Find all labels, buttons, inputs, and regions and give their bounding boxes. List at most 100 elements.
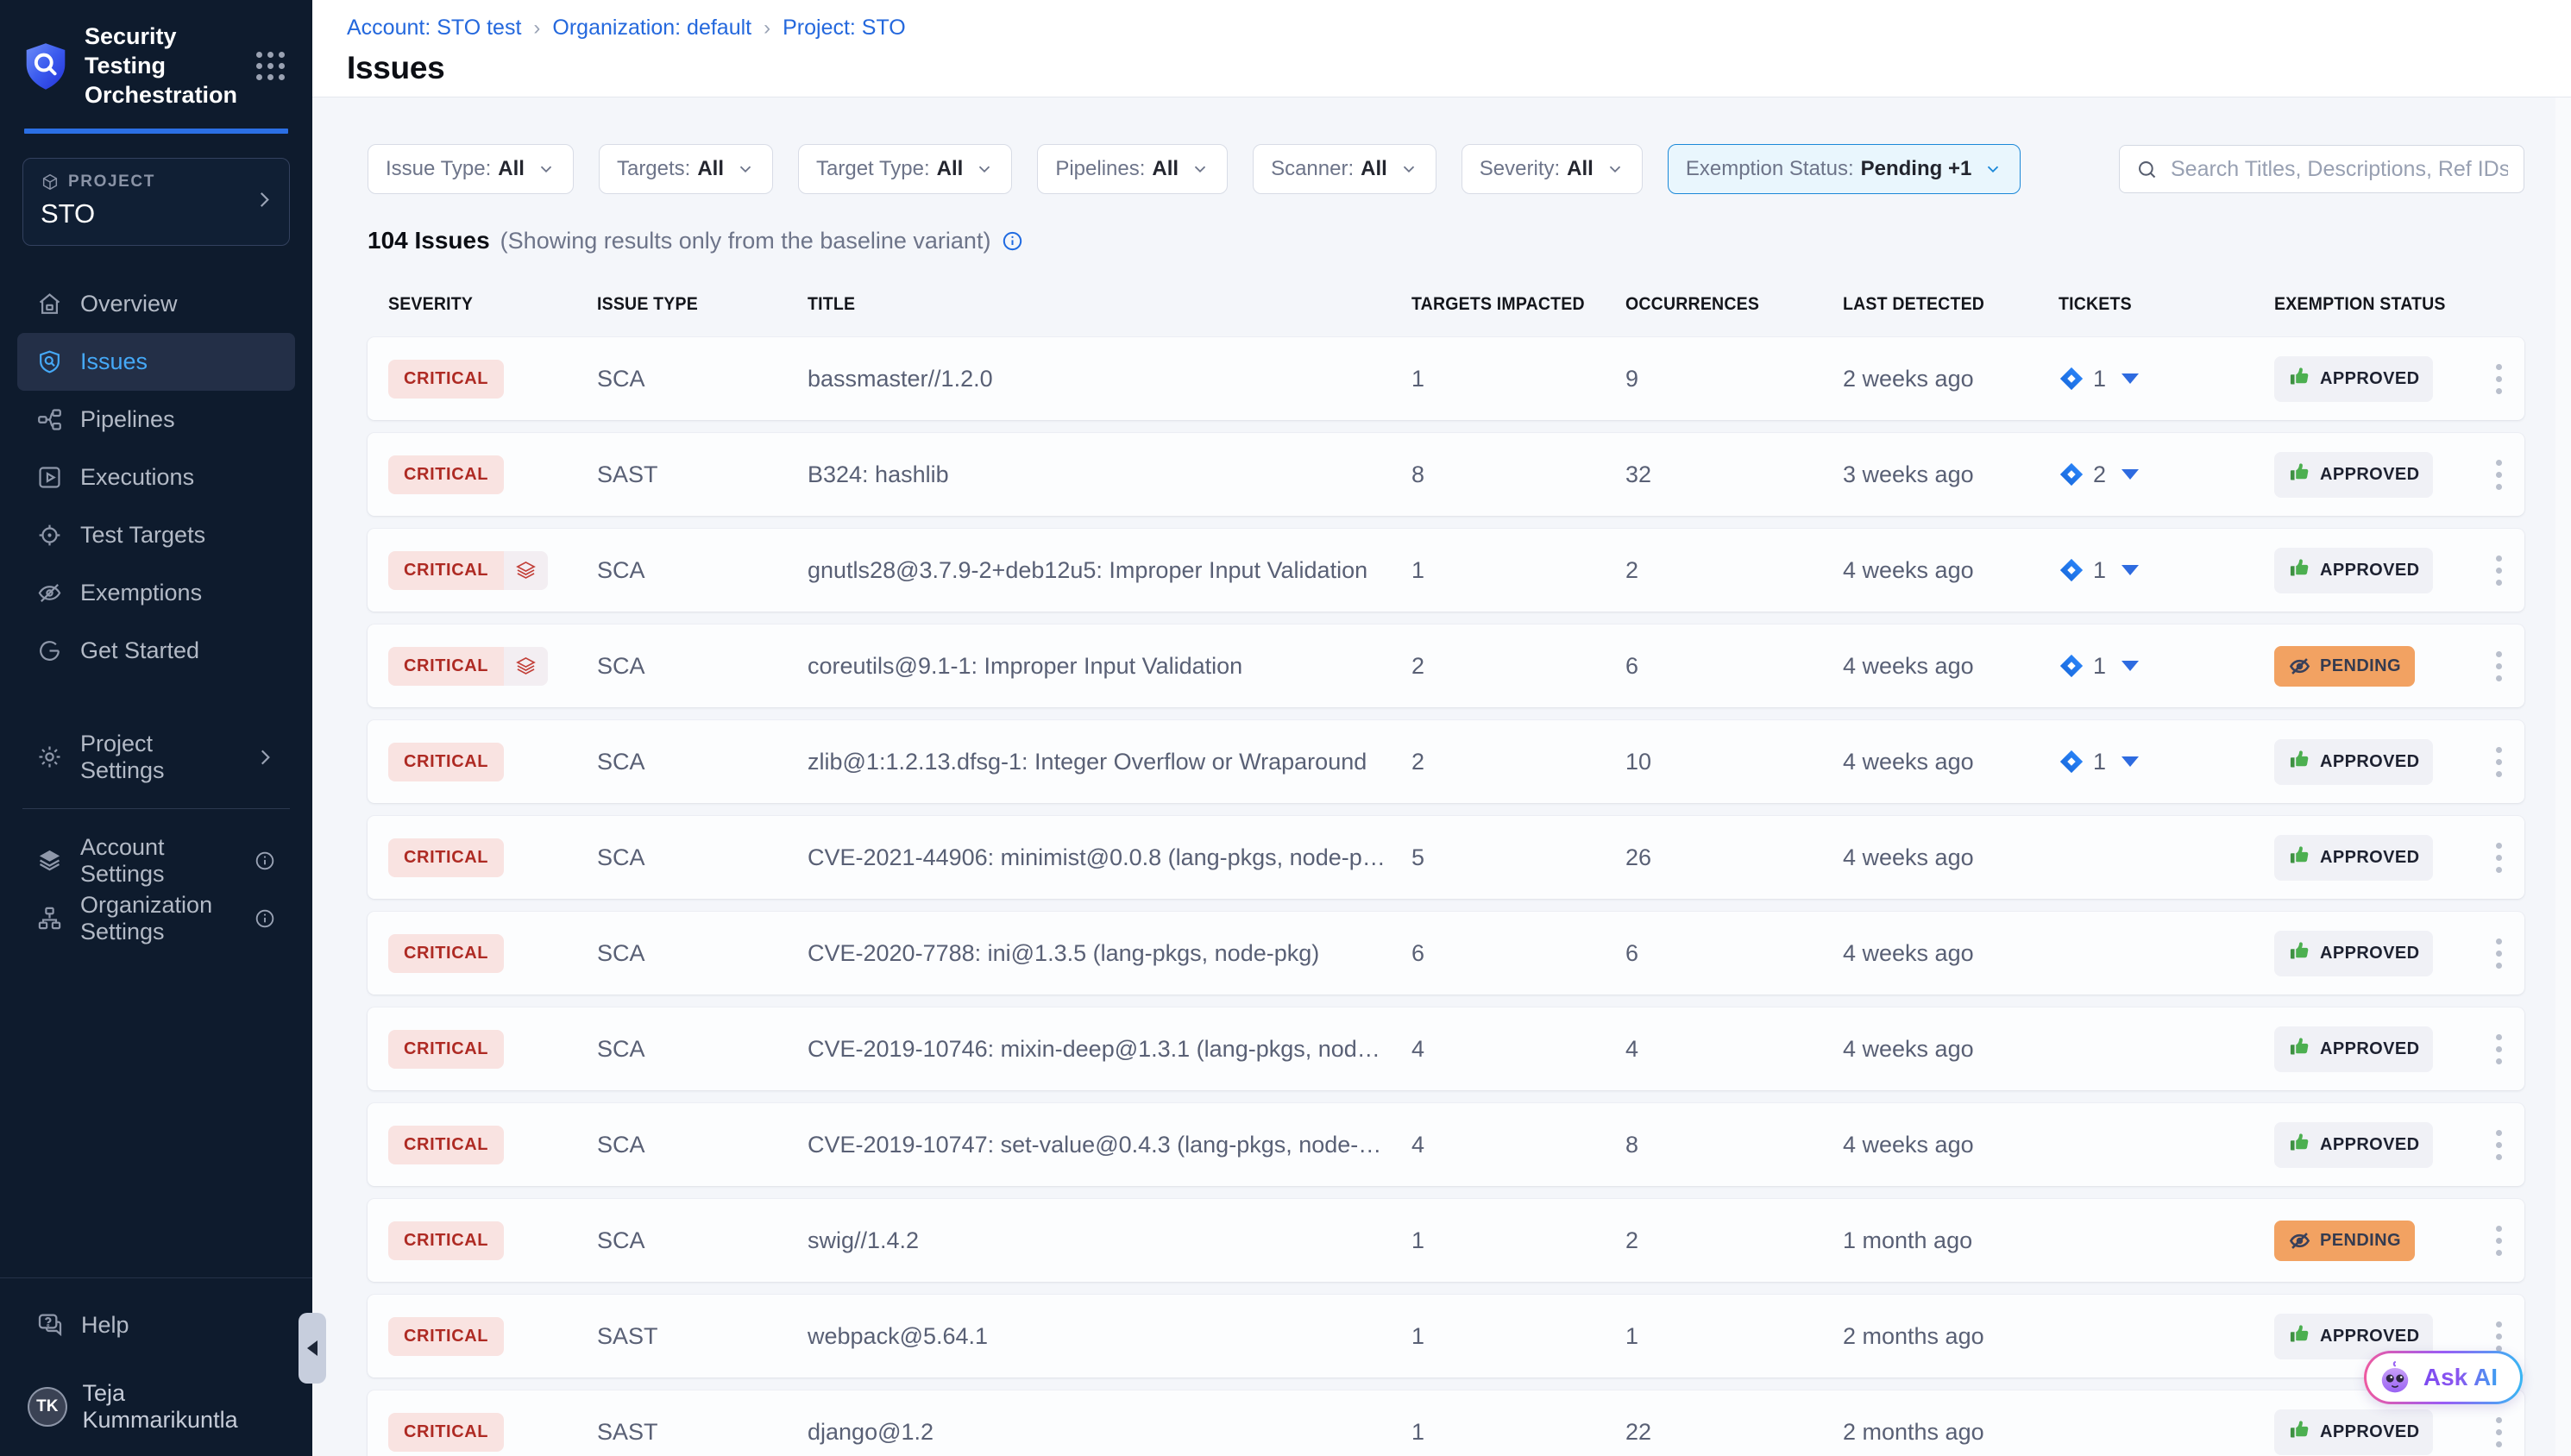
ticket-dropdown-caret[interactable]: [2122, 469, 2139, 480]
breadcrumb-link-project-sto[interactable]: Project: STO: [783, 16, 906, 41]
sidebar-item-issues[interactable]: Issues: [17, 333, 295, 391]
sidebar-item-executions[interactable]: Executions: [17, 449, 295, 506]
sidebar-collapse-handle[interactable]: [299, 1313, 326, 1384]
targets-impacted: 8: [1411, 461, 1625, 488]
chevron-down-icon: [1606, 160, 1625, 179]
page-title: Issues: [347, 50, 2571, 86]
issue-row[interactable]: CRITICALSASTdjango@1.21222 months agoAPP…: [368, 1390, 2524, 1456]
sidebar-item-project-settings[interactable]: Project Settings: [17, 728, 295, 786]
module-switcher-icon[interactable]: [253, 48, 288, 84]
filter-severity[interactable]: Severity:All: [1462, 144, 1643, 194]
sidebar: Security Testing Orchestration PROJECT S…: [0, 0, 312, 1456]
issue-row[interactable]: CRITICALSCACVE-2020-7788: ini@1.3.5 (lan…: [368, 912, 2524, 995]
row-actions-menu-icon[interactable]: [2491, 646, 2507, 687]
exemption-status-label: APPROVED: [2320, 369, 2419, 389]
filter-targets[interactable]: Targets:All: [599, 144, 773, 194]
last-detected: 2 months ago: [1843, 1419, 2059, 1446]
ticket-dropdown-caret[interactable]: [2122, 756, 2139, 767]
filter-value: All: [498, 157, 525, 181]
info-icon[interactable]: [254, 850, 276, 872]
sidebar-item-test-targets[interactable]: Test Targets: [17, 506, 295, 564]
help-button[interactable]: Help: [0, 1311, 312, 1339]
severity-badge: CRITICAL: [388, 647, 548, 686]
filter-pipelines[interactable]: Pipelines:All: [1037, 144, 1228, 194]
account-icon: [36, 847, 63, 874]
ticket-dropdown-caret[interactable]: [2122, 661, 2139, 671]
sidebar-item-overview[interactable]: Overview: [17, 275, 295, 333]
issue-row[interactable]: CRITICALSCAswig//1.4.2121 month agoPENDI…: [368, 1199, 2524, 1282]
issue-row[interactable]: CRITICALSCACVE-2019-10747: set-value@0.4…: [368, 1103, 2524, 1186]
last-detected: 4 weeks ago: [1843, 557, 2059, 584]
last-detected: 4 weeks ago: [1843, 1036, 2059, 1063]
filter-label: Targets:: [617, 157, 690, 181]
issue-type: SCA: [597, 653, 808, 680]
row-actions-menu-icon[interactable]: [2491, 1221, 2507, 1261]
exemption-status-label: PENDING: [2320, 1231, 2401, 1251]
thumbs-up-icon: [2288, 748, 2311, 776]
ticket-dropdown-caret[interactable]: [2122, 373, 2139, 384]
avatar: TK: [28, 1387, 67, 1427]
ai-mascot-icon: [2377, 1359, 2413, 1396]
last-detected: 4 weeks ago: [1843, 1132, 2059, 1158]
targets-impacted: 6: [1411, 940, 1625, 967]
issue-row[interactable]: CRITICALSCAzlib@1:1.2.13.dfsg-1: Integer…: [368, 720, 2524, 803]
sidebar-item-organization-settings[interactable]: Organization Settings: [17, 889, 295, 947]
issue-row[interactable]: CRITICALSASTwebpack@5.64.1112 months ago…: [368, 1295, 2524, 1378]
issue-type: SCA: [597, 1227, 808, 1254]
search-box[interactable]: [2119, 145, 2524, 193]
search-input[interactable]: [2171, 157, 2508, 182]
sidebar-item-get-started[interactable]: Get Started: [17, 622, 295, 680]
info-icon[interactable]: [1001, 229, 1024, 253]
severity-badge: CRITICAL: [388, 1221, 504, 1260]
filter-target-type[interactable]: Target Type:All: [798, 144, 1012, 194]
ask-ai-button[interactable]: Ask AI: [2364, 1351, 2523, 1404]
row-actions-menu-icon[interactable]: [2491, 359, 2507, 399]
ticket-dropdown-caret[interactable]: [2122, 565, 2139, 575]
info-icon[interactable]: [254, 907, 276, 930]
sidebar-item-label: Get Started: [80, 637, 199, 664]
issue-title: CVE-2019-10747: set-value@0.4.3 (lang-pk…: [808, 1132, 1411, 1158]
ticket-count: 1: [2093, 653, 2106, 680]
filter-value: All: [1567, 157, 1594, 181]
user-name: Teja Kummarikuntla: [83, 1380, 285, 1434]
row-actions-menu-icon[interactable]: [2491, 838, 2507, 878]
breadcrumb-separator: ›: [533, 16, 540, 41]
filter-exemption-status[interactable]: Exemption Status:Pending +1: [1668, 144, 2021, 194]
row-actions-menu-icon[interactable]: [2491, 455, 2507, 495]
severity-label: CRITICAL: [388, 1221, 504, 1260]
occurrences: 2: [1625, 1227, 1843, 1254]
issue-row[interactable]: CRITICALSCACVE-2021-44906: minimist@0.0.…: [368, 816, 2524, 899]
severity-label: CRITICAL: [388, 743, 504, 781]
column-header-issue-type: ISSUE TYPE: [597, 294, 698, 315]
issue-type: SCA: [597, 557, 808, 584]
sidebar-item-pipelines[interactable]: Pipelines: [17, 391, 295, 449]
targets-impacted: 4: [1411, 1132, 1625, 1158]
exemption-status-label: PENDING: [2320, 656, 2401, 676]
row-actions-menu-icon[interactable]: [2491, 1412, 2507, 1453]
issue-row[interactable]: CRITICALSCACVE-2019-10746: mixin-deep@1.…: [368, 1007, 2524, 1090]
issue-row[interactable]: CRITICALSCAbassmaster//1.2.0192 weeks ag…: [368, 337, 2524, 420]
exemption-status-badge: APPROVED: [2274, 356, 2433, 402]
issue-row[interactable]: CRITICALSCAcoreutils@9.1-1: Improper Inp…: [368, 624, 2524, 707]
filter-scanner[interactable]: Scanner:All: [1253, 144, 1436, 194]
row-actions-menu-icon[interactable]: [2491, 550, 2507, 591]
row-actions-menu-icon[interactable]: [2491, 742, 2507, 782]
row-actions-menu-icon[interactable]: [2491, 933, 2507, 974]
pipelines-icon: [36, 406, 63, 433]
row-actions-menu-icon[interactable]: [2491, 1029, 2507, 1070]
filter-issue-type[interactable]: Issue Type:All: [368, 144, 574, 194]
issue-type: SCA: [597, 749, 808, 775]
thumbs-up-icon: [2288, 939, 2311, 968]
breadcrumb-link-organization-default[interactable]: Organization: default: [552, 16, 751, 41]
sidebar-item-exemptions[interactable]: Exemptions: [17, 564, 295, 622]
sidebar-item-account-settings[interactable]: Account Settings: [17, 832, 295, 889]
severity-badge: CRITICAL: [388, 1413, 504, 1452]
user-menu[interactable]: TK Teja Kummarikuntla: [0, 1380, 312, 1434]
row-actions-menu-icon[interactable]: [2491, 1125, 2507, 1165]
breadcrumb-link-account-sto-test[interactable]: Account: STO test: [347, 16, 521, 41]
issue-row[interactable]: CRITICALSASTB324: hashlib8323 weeks ago2…: [368, 433, 2524, 516]
issue-title: swig//1.4.2: [808, 1227, 1411, 1254]
project-selector[interactable]: PROJECT STO: [22, 158, 290, 246]
issue-row[interactable]: CRITICALSCAgnutls28@3.7.9-2+deb12u5: Imp…: [368, 529, 2524, 612]
eye-off-icon: [36, 580, 63, 606]
